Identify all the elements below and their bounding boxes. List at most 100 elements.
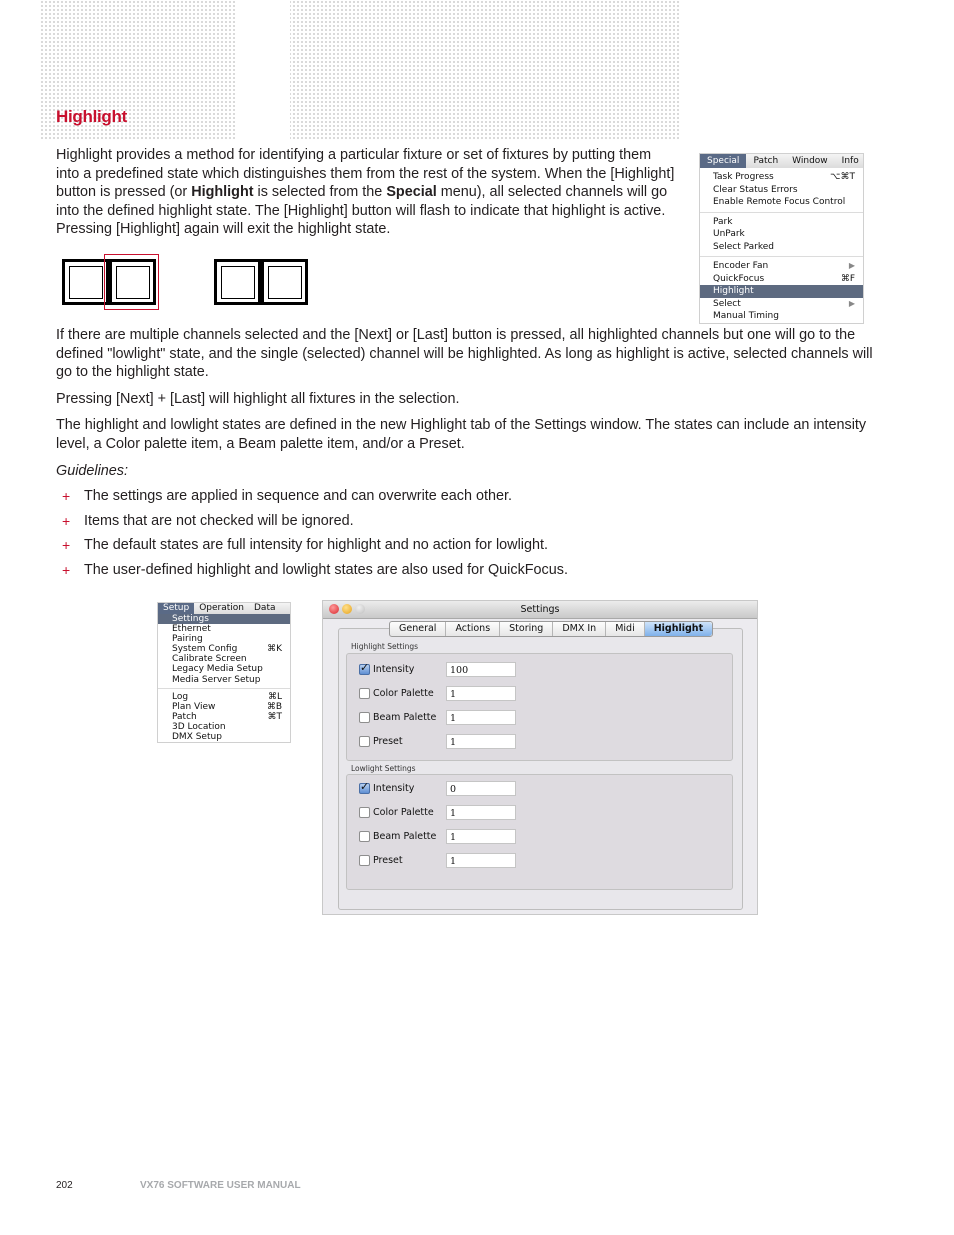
highlight-intensity-checkbox[interactable] (359, 661, 370, 675)
zoom-icon[interactable] (355, 604, 365, 614)
menu-item-media-server-setup[interactable]: Media Server Setup (158, 675, 290, 685)
menu-item-dmx-setup[interactable]: DMX Setup (158, 732, 290, 742)
setup-menu: Setup Operation Data Settings Ethernet P… (157, 602, 291, 744)
menu-item-log[interactable]: Log ⌘L (158, 692, 290, 702)
menu-window[interactable]: Window (785, 154, 835, 168)
menu-item-label: Pairing (172, 634, 203, 645)
intro-paragraph: Highlight provides a method for identify… (56, 146, 676, 239)
lowlight-beam-palette-checkbox[interactable] (359, 830, 370, 842)
submenu-arrow-icon: ▶ (848, 298, 855, 308)
menu-setup[interactable]: Setup (158, 603, 195, 614)
highlight-beam-palette-row: Beam Palette 1 (359, 709, 516, 725)
menu-data[interactable]: Data (249, 603, 281, 614)
menu-item-label: Manual Timing (713, 311, 779, 321)
menu-info[interactable]: Info (835, 154, 866, 168)
lowlight-beam-palette-row: Beam Palette 1 (359, 828, 516, 844)
highlight-color-palette-input[interactable]: 1 (446, 685, 516, 701)
pressing-paragraph: Pressing [Next] + [Last] will highlight … (56, 391, 460, 407)
menu-item-legacy-media-setup[interactable]: Legacy Media Setup (158, 664, 290, 674)
menu-item-enable-remote-focus[interactable]: Enable Remote Focus Control (700, 196, 863, 209)
menu-item-label: QuickFocus (713, 273, 765, 284)
lowlight-color-palette-checkbox[interactable] (359, 806, 370, 818)
intro-bold-highlight: Highlight (191, 184, 254, 200)
menu-item-highlight[interactable]: Highlight (700, 285, 863, 298)
highlight-frame (104, 254, 159, 310)
highlight-color-palette-checkbox[interactable] (359, 687, 370, 699)
lowlight-beam-palette-input[interactable]: 1 (446, 828, 516, 844)
minimize-icon[interactable] (342, 604, 352, 614)
fixture-button (261, 259, 308, 305)
lowlight-intensity-input[interactable]: 0 (446, 780, 516, 796)
section-title: Highlight (56, 107, 127, 126)
menu-item-select-parked[interactable]: Select Parked (700, 241, 863, 254)
menu-item-label: Media Server Setup (172, 674, 261, 685)
lowlight-settings-group: Intensity 0 Color Palette 1 Beam Palette… (346, 774, 733, 890)
menu-patch[interactable]: Patch (746, 154, 785, 168)
tab-storing[interactable]: Storing (500, 622, 554, 636)
tab-general[interactable]: General (390, 622, 447, 636)
row-label: Intensity (373, 782, 415, 794)
shortcut: ⌘K (267, 644, 282, 655)
menu-item-encoder-fan[interactable]: Encoder Fan ▶ (700, 260, 863, 273)
menu-special[interactable]: Special (700, 154, 747, 168)
next-last-paragraph: If there are multiple channels selected … (56, 327, 873, 380)
menu-operation[interactable]: Operation (194, 603, 249, 614)
menu-item-label: UnPark (713, 229, 745, 239)
highlight-beam-palette-input[interactable]: 1 (446, 709, 516, 725)
tab-actions[interactable]: Actions (446, 622, 501, 636)
menu-item-ethernet[interactable]: Ethernet (158, 624, 290, 634)
lowlight-intensity-row: Intensity 0 (359, 780, 516, 796)
menu-item-settings[interactable]: Settings (158, 614, 290, 625)
menu-separator (700, 256, 863, 257)
lowlight-color-palette-row: Color Palette 1 (359, 804, 516, 820)
shortcut: ⌘T (267, 711, 283, 722)
menu-item-label: Park (713, 216, 733, 227)
row-label: Color Palette (373, 687, 434, 699)
menu-item-task-progress[interactable]: Task Progress ⌥⌘T (700, 171, 863, 184)
tab-dmx-in[interactable]: DMX In (553, 622, 607, 636)
bullet-plus-icon: + (62, 537, 71, 554)
list-item-text: The user-defined highlight and lowlight … (84, 561, 568, 578)
menu-item-manual-timing[interactable]: Manual Timing (700, 310, 863, 323)
intro-bold-special: Special (386, 184, 437, 200)
highlight-intensity-input[interactable]: 100 (446, 661, 516, 677)
menu-separator (700, 211, 863, 213)
highlight-preset-input[interactable]: 1 (446, 733, 516, 749)
list-item-text: Items that are not checked will be ignor… (84, 512, 354, 529)
title-bar: Settings (323, 601, 757, 619)
tab-midi[interactable]: Midi (606, 622, 645, 636)
menu-item-system-config[interactable]: System Config ⌘K (158, 644, 290, 654)
list-item: + The settings are applied in sequence an… (62, 487, 568, 512)
list-item: + The user-defined highlight and lowlight… (62, 561, 568, 586)
menu-item-pairing[interactable]: Pairing (158, 634, 290, 644)
tab-highlight[interactable]: Highlight (644, 622, 713, 636)
shortcut: ⌘F (840, 273, 855, 284)
menu-item-3d-location[interactable]: 3D Location (158, 722, 290, 732)
highlight-intensity-row: Intensity 100 (359, 661, 516, 677)
lowlight-preset-input[interactable]: 1 (446, 852, 516, 868)
highlight-settings-label: Highlight Settings (351, 642, 419, 651)
lowlight-preset-checkbox[interactable] (359, 854, 370, 866)
menu-item-quickfocus[interactable]: QuickFocus ⌘F (700, 273, 863, 286)
menu-item-unpark[interactable]: UnPark (700, 228, 863, 241)
menu-item-select[interactable]: Select ▶ (700, 298, 863, 311)
highlight-beam-palette-checkbox[interactable] (359, 711, 370, 723)
menu-item-label: Clear Status Errors (713, 184, 798, 195)
menu-item-label: 3D Location (172, 721, 226, 732)
menu-item-park[interactable]: Park (700, 216, 863, 229)
settings-window: Settings General Actions Storing DMX In … (322, 600, 758, 915)
menu-item-label: Select (713, 298, 741, 309)
menu-item-patch[interactable]: Patch ⌘T (158, 712, 290, 722)
lowlight-color-palette-input[interactable]: 1 (446, 804, 516, 820)
menu-separator (158, 687, 290, 689)
menu-item-label: Calibrate Screen (172, 654, 247, 665)
lowlight-intensity-checkbox[interactable] (359, 780, 370, 794)
highlight-preset-checkbox[interactable] (359, 735, 370, 747)
guidelines-list: + The settings are applied in sequence an… (62, 487, 568, 585)
menu-item-plan-view[interactable]: Plan View ⌘B (158, 702, 290, 712)
list-item: + Items that are not checked will be igno… (62, 512, 568, 537)
menu-item-clear-status-errors[interactable]: Clear Status Errors (700, 184, 863, 197)
close-icon[interactable] (329, 604, 339, 614)
window-title: Settings (520, 604, 560, 615)
menu-item-calibrate-screen[interactable]: Calibrate Screen (158, 654, 290, 664)
